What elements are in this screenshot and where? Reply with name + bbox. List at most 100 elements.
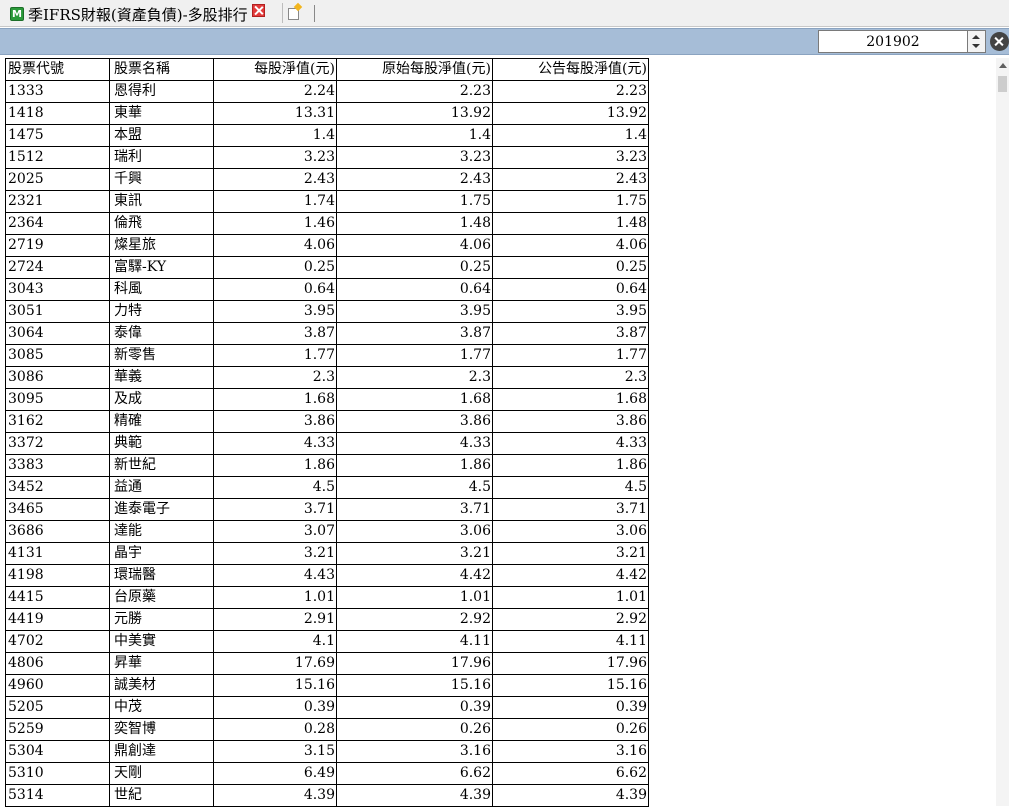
- cell-stock-name: 泰偉: [109, 322, 214, 345]
- table-row[interactable]: 4131 晶宇 3.21 3.21 3.21: [5, 542, 649, 565]
- table-row[interactable]: 3686 達能 3.07 3.06 3.06: [5, 520, 649, 543]
- cell-original-nav: 0.64: [336, 278, 493, 301]
- table-row[interactable]: 4419 元勝 2.91 2.92 2.92: [5, 608, 649, 631]
- cell-stock-code: 2719: [5, 234, 110, 257]
- table-row[interactable]: 3086 華義 2.3 2.3 2.3: [5, 366, 649, 389]
- table-row[interactable]: 3085 新零售 1.77 1.77 1.77: [5, 344, 649, 367]
- cell-stock-code: 3383: [5, 454, 110, 477]
- table-row[interactable]: 3043 科風 0.64 0.64 0.64: [5, 278, 649, 301]
- close-tab-icon[interactable]: [251, 3, 265, 17]
- table-row[interactable]: 3064 泰偉 3.87 3.87 3.87: [5, 322, 649, 345]
- table-row[interactable]: 4806 昇華 17.69 17.96 17.96: [5, 652, 649, 675]
- table-header-row: 股票代號 股票名稱 每股淨值(元) 原始每股淨值(元) 公告每股淨值(元): [5, 58, 649, 81]
- cell-stock-code: 4960: [5, 674, 110, 697]
- cell-stock-code: 2025: [5, 168, 110, 191]
- table-row[interactable]: 4960 誠美材 15.16 15.16 15.16: [5, 674, 649, 697]
- cell-announced-nav: 1.75: [492, 190, 649, 213]
- table-row[interactable]: 4415 台原藥 1.01 1.01 1.01: [5, 586, 649, 609]
- table-row[interactable]: 3162 精確 3.86 3.86 3.86: [5, 410, 649, 433]
- cell-nav: 3.23: [213, 146, 337, 169]
- cell-original-nav: 3.86: [336, 410, 493, 433]
- cell-announced-nav: 1.77: [492, 344, 649, 367]
- cell-stock-name: 富驛-KY: [109, 256, 214, 279]
- cell-nav: 4.39: [213, 784, 337, 807]
- table-row[interactable]: 2724 富驛-KY 0.25 0.25 0.25: [5, 256, 649, 279]
- table-row[interactable]: 1333 恩得利 2.24 2.23 2.23: [5, 80, 649, 103]
- table-row[interactable]: 5314 世紀 4.39 4.39 4.39: [5, 784, 649, 807]
- table-row[interactable]: 2025 千興 2.43 2.43 2.43: [5, 168, 649, 191]
- cell-nav: 2.3: [213, 366, 337, 389]
- cell-announced-nav: 4.06: [492, 234, 649, 257]
- scroll-thumb[interactable]: [998, 76, 1007, 92]
- cell-announced-nav: 2.3: [492, 366, 649, 389]
- cell-stock-name: 世紀: [109, 784, 214, 807]
- cell-announced-nav: 6.62: [492, 762, 649, 785]
- column-header-original-nav[interactable]: 原始每股淨值(元): [336, 58, 493, 81]
- cell-original-nav: 4.42: [336, 564, 493, 587]
- cell-original-nav: 2.43: [336, 168, 493, 191]
- cell-nav: 4.33: [213, 432, 337, 455]
- table-row[interactable]: 3465 進泰電子 3.71 3.71 3.71: [5, 498, 649, 521]
- cell-stock-name: 新零售: [109, 344, 214, 367]
- table-row[interactable]: 3452 益通 4.5 4.5 4.5: [5, 476, 649, 499]
- cell-nav: 0.39: [213, 696, 337, 719]
- cell-stock-name: 元勝: [109, 608, 214, 631]
- cell-original-nav: 0.39: [336, 696, 493, 719]
- cell-original-nav: 3.87: [336, 322, 493, 345]
- cell-announced-nav: 2.23: [492, 80, 649, 103]
- column-header-code[interactable]: 股票代號: [5, 58, 110, 81]
- cell-stock-code: 1475: [5, 124, 110, 147]
- table-row[interactable]: 4702 中美實 4.1 4.11 4.11: [5, 630, 649, 653]
- scroll-up-icon[interactable]: [999, 63, 1007, 68]
- cell-nav: 0.28: [213, 718, 337, 741]
- column-header-nav[interactable]: 每股淨值(元): [213, 58, 337, 81]
- tab-title: 季IFRS財報(資產負債)-多股排行: [28, 5, 248, 24]
- table-row[interactable]: 3095 及成 1.68 1.68 1.68: [5, 388, 649, 411]
- cell-announced-nav: 3.86: [492, 410, 649, 433]
- cell-original-nav: 2.23: [336, 80, 493, 103]
- cell-stock-code: 3465: [5, 498, 110, 521]
- cell-original-nav: 2.92: [336, 608, 493, 631]
- vertical-scrollbar[interactable]: [996, 58, 1009, 806]
- table-row[interactable]: 1475 本盟 1.4 1.4 1.4: [5, 124, 649, 147]
- cell-announced-nav: 1.86: [492, 454, 649, 477]
- period-input[interactable]: [818, 30, 968, 53]
- table-row[interactable]: 1512 瑞利 3.23 3.23 3.23: [5, 146, 649, 169]
- cell-original-nav: 2.3: [336, 366, 493, 389]
- cell-announced-nav: 3.71: [492, 498, 649, 521]
- table-row[interactable]: 5304 鼎創達 3.15 3.16 3.16: [5, 740, 649, 763]
- spinner-up-icon[interactable]: [972, 35, 980, 39]
- table-row[interactable]: 2364 倫飛 1.46 1.48 1.48: [5, 212, 649, 235]
- table-row[interactable]: 5259 奕智博 0.28 0.26 0.26: [5, 718, 649, 741]
- table-row[interactable]: 1418 東華 13.31 13.92 13.92: [5, 102, 649, 125]
- close-panel-icon[interactable]: [990, 32, 1009, 51]
- table-row[interactable]: 4198 環瑞醫 4.43 4.42 4.42: [5, 564, 649, 587]
- table-row[interactable]: 3051 力特 3.95 3.95 3.95: [5, 300, 649, 323]
- cell-nav: 17.69: [213, 652, 337, 675]
- table-row[interactable]: 5205 中茂 0.39 0.39 0.39: [5, 696, 649, 719]
- cell-original-nav: 4.5: [336, 476, 493, 499]
- column-header-name[interactable]: 股票名稱: [109, 58, 214, 81]
- cell-stock-code: 5314: [5, 784, 110, 807]
- cell-stock-name: 晶宇: [109, 542, 214, 565]
- cell-original-nav: 3.06: [336, 520, 493, 543]
- cell-stock-name: 本盟: [109, 124, 214, 147]
- column-header-announced-nav[interactable]: 公告每股淨值(元): [492, 58, 649, 81]
- cell-nav: 2.43: [213, 168, 337, 191]
- table-row[interactable]: 3383 新世紀 1.86 1.86 1.86: [5, 454, 649, 477]
- spinner-down-icon[interactable]: [972, 44, 980, 48]
- cell-stock-code: 4131: [5, 542, 110, 565]
- table-row[interactable]: 2321 東訊 1.74 1.75 1.75: [5, 190, 649, 213]
- tab-report[interactable]: M 季IFRS財報(資產負債)-多股排行: [4, 2, 278, 26]
- cell-nav: 1.74: [213, 190, 337, 213]
- cell-announced-nav: 0.25: [492, 256, 649, 279]
- cell-nav: 1.4: [213, 124, 337, 147]
- table-row[interactable]: 2719 燦星旅 4.06 4.06 4.06: [5, 234, 649, 257]
- table-row[interactable]: 3372 典範 4.33 4.33 4.33: [5, 432, 649, 455]
- new-tab-button[interactable]: [282, 2, 304, 23]
- cell-announced-nav: 17.96: [492, 652, 649, 675]
- cell-stock-code: 4806: [5, 652, 110, 675]
- cell-original-nav: 1.86: [336, 454, 493, 477]
- table-row[interactable]: 5310 天剛 6.49 6.62 6.62: [5, 762, 649, 785]
- period-spinner[interactable]: [968, 30, 986, 53]
